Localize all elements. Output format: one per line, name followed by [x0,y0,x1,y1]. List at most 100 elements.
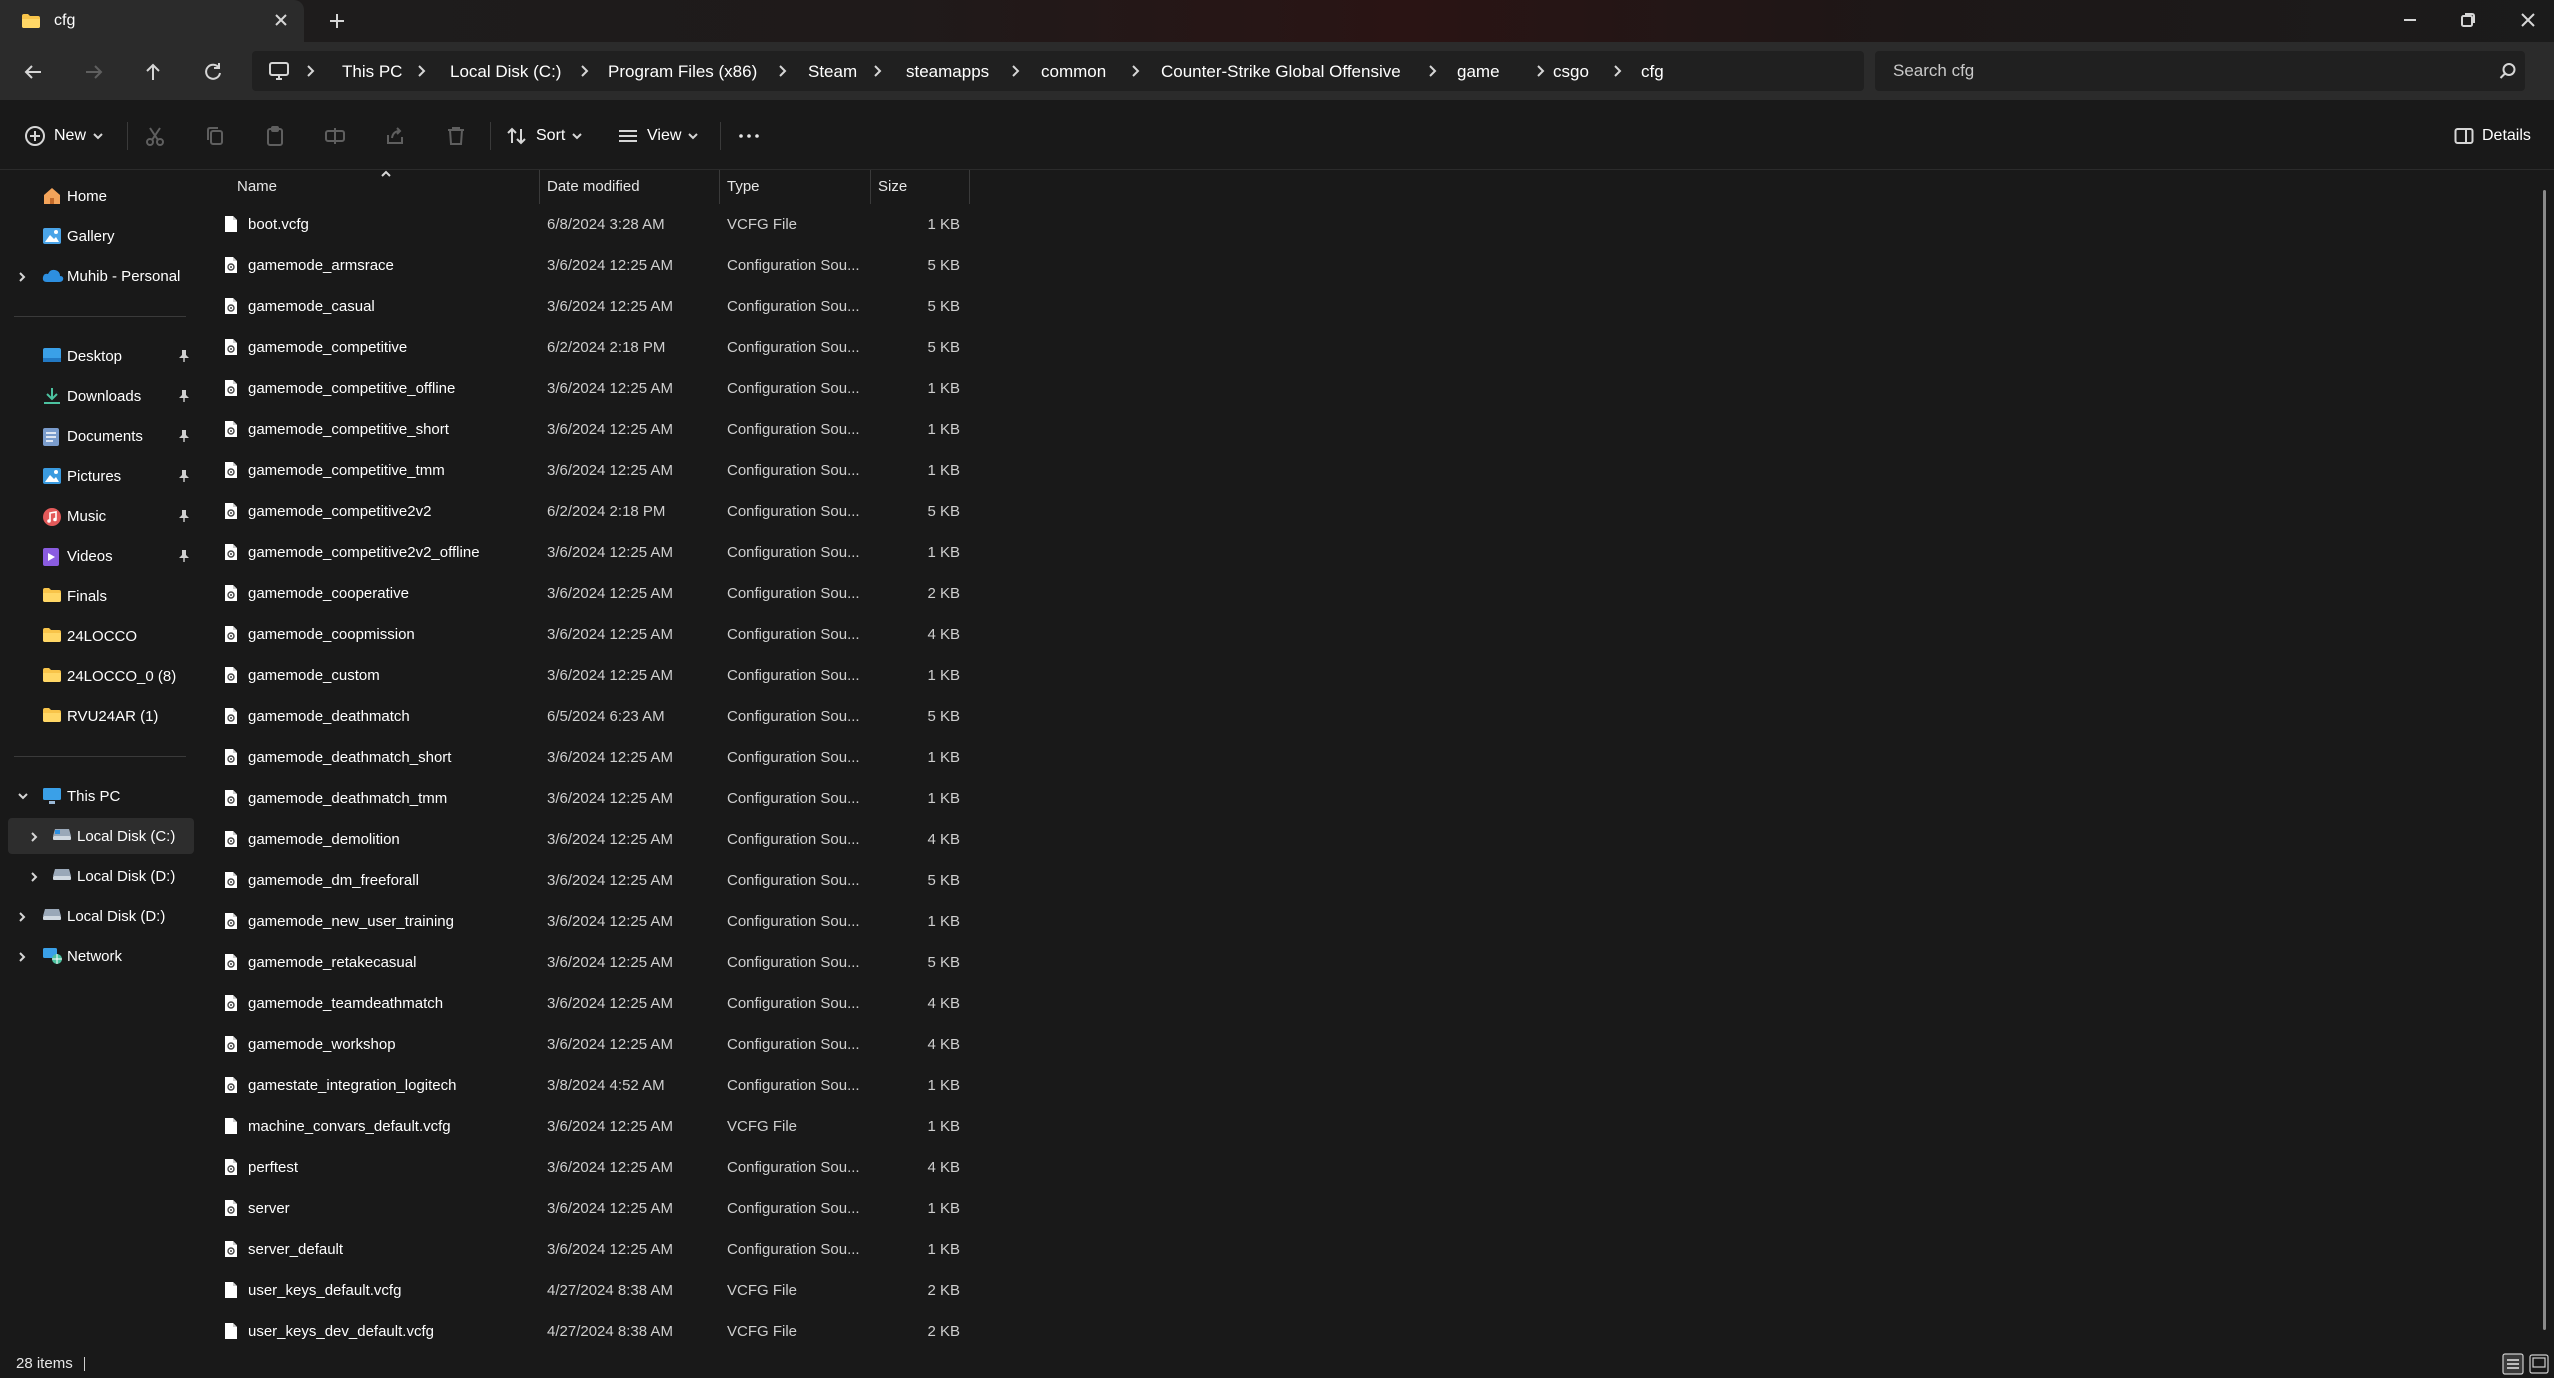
sidebar-item-local-disk-d[interactable]: Local Disk (D:) [8,858,194,894]
sidebar-item-desktop[interactable]: Desktop [8,338,194,374]
breadcrumb-csgo-folder[interactable]: Counter-Strike Global Offensive [1161,62,1401,82]
table-row[interactable]: machine_convars_default.vcfg 3/6/2024 12:… [200,1106,980,1147]
sidebar-item-pictures[interactable]: Pictures [8,458,194,494]
sidebar-item-this-pc[interactable]: This PC [8,778,194,814]
table-row[interactable]: gamemode_competitive2v2 6/2/2024 2:18 PM C… [200,491,980,532]
chevron-down-icon[interactable] [17,792,29,800]
breadcrumb-common[interactable]: common [1041,62,1106,82]
table-row[interactable]: boot.vcfg 6/8/2024 3:28 AM VCFG File 1 KB [200,204,980,245]
table-row[interactable]: gamemode_casual 3/6/2024 12:25 AM Configur… [200,286,980,327]
table-row[interactable]: gamemode_deathmatch 6/5/2024 6:23 AM Confi… [200,696,980,737]
pin-icon[interactable] [178,389,190,403]
sidebar-item-gallery[interactable]: Gallery [8,218,194,254]
vertical-scrollbar[interactable] [2543,190,2546,1330]
sidebar-item-local-disk-d-root[interactable]: Local Disk (D:) [8,898,194,934]
delete-icon[interactable] [445,122,467,150]
pin-icon[interactable] [178,509,190,523]
chevron-right-icon[interactable] [30,831,38,843]
tab-cfg[interactable]: cfg [0,0,304,42]
column-header-name[interactable]: Name [237,178,277,195]
chevron-right-icon[interactable] [18,911,26,923]
table-row[interactable]: gamemode_competitive_short 3/6/2024 12:25… [200,409,980,450]
table-row[interactable]: user_keys_dev_default.vcfg 4/27/2024 8:38… [200,1311,980,1352]
sidebar-item-onedrive[interactable]: Muhib - Personal [8,258,194,294]
rename-icon[interactable] [324,122,346,150]
chevron-right-icon[interactable] [18,951,26,963]
table-row[interactable]: gamemode_retakecasual 3/6/2024 12:25 AM Co… [200,942,980,983]
sidebar-item-music[interactable]: Music [8,498,194,534]
column-divider[interactable] [719,170,720,204]
pin-icon[interactable] [178,349,190,363]
table-row[interactable]: gamemode_competitive_offline 3/6/2024 12:… [200,368,980,409]
table-row[interactable]: server_default 3/6/2024 12:25 AM Configura… [200,1229,980,1270]
breadcrumb-this-pc[interactable]: This PC [342,62,402,82]
sort-button[interactable]: Sort [506,122,583,150]
forward-icon[interactable] [81,59,107,85]
large-icons-view-icon[interactable] [2528,1353,2550,1375]
table-row[interactable]: server 3/6/2024 12:25 AM Configuration Sou… [200,1188,980,1229]
breadcrumb-local-disk-c[interactable]: Local Disk (C:) [450,62,561,82]
cut-icon[interactable] [144,122,166,150]
breadcrumb-program-files[interactable]: Program Files (x86) [608,62,757,82]
table-row[interactable]: gamemode_workshop 3/6/2024 12:25 AM Config… [200,1024,980,1065]
column-header-date[interactable]: Date modified [547,178,640,195]
pin-icon[interactable] [178,469,190,483]
address-bar[interactable]: This PC Local Disk (C:) Program Files (x… [252,51,1864,91]
table-row[interactable]: gamemode_coopmission 3/6/2024 12:25 AM Con… [200,614,980,655]
sidebar-item-documents[interactable]: Documents [8,418,194,454]
breadcrumb-game[interactable]: game [1457,62,1500,82]
view-button[interactable]: View [617,122,699,150]
sidebar-item-24locco-0-8[interactable]: 24LOCCO_0 (8) [8,658,194,694]
details-view-icon[interactable] [2502,1353,2524,1375]
column-divider[interactable] [539,170,540,204]
close-window-icon[interactable] [2516,8,2540,32]
up-icon[interactable] [140,59,166,85]
column-divider[interactable] [969,170,970,204]
table-row[interactable]: gamestate_integration_logitech 3/8/2024 4… [200,1065,980,1106]
copy-icon[interactable] [204,122,226,150]
column-divider[interactable] [870,170,871,204]
refresh-icon[interactable] [200,59,226,85]
table-row[interactable]: gamemode_new_user_training 3/6/2024 12:25… [200,901,980,942]
column-header-type[interactable]: Type [727,178,760,195]
table-row[interactable]: gamemode_deathmatch_tmm 3/6/2024 12:25 AM… [200,778,980,819]
table-row[interactable]: gamemode_armsrace 3/6/2024 12:25 AM Config… [200,245,980,286]
table-row[interactable]: perftest 3/6/2024 12:25 AM Configuration S… [200,1147,980,1188]
sidebar-item-downloads[interactable]: Downloads [8,378,194,414]
search-icon[interactable] [2499,62,2517,80]
sidebar-item-24locco[interactable]: 24LOCCO [8,618,194,654]
sidebar-item-finals[interactable]: Finals [8,578,194,614]
paste-icon[interactable] [264,122,286,150]
search-box[interactable] [1875,51,2525,91]
breadcrumb-csgo[interactable]: csgo [1553,62,1589,82]
restore-icon[interactable] [2456,8,2480,32]
table-row[interactable]: gamemode_competitive_tmm 3/6/2024 12:25 A… [200,450,980,491]
sidebar-item-home[interactable]: Home [8,178,194,214]
search-input[interactable] [1893,60,2453,82]
table-row[interactable]: gamemode_teamdeathmatch 3/6/2024 12:25 AM… [200,983,980,1024]
more-options-icon[interactable] [738,122,760,150]
breadcrumb-steamapps[interactable]: steamapps [906,62,989,82]
table-row[interactable]: gamemode_demolition 3/6/2024 12:25 AM Conf… [200,819,980,860]
sidebar-item-videos[interactable]: Videos [8,538,194,574]
details-button[interactable]: Details [2454,122,2531,150]
sidebar-item-local-disk-c[interactable]: Local Disk (C:) [8,818,194,854]
table-row[interactable]: gamemode_competitive2v2_offline 3/6/2024 … [200,532,980,573]
chevron-right-icon[interactable] [30,871,38,883]
sidebar-item-rvu24ar-1[interactable]: RVU24AR (1) [8,698,194,734]
pin-icon[interactable] [178,549,190,563]
column-header-size[interactable]: Size [878,178,907,195]
breadcrumb-cfg[interactable]: cfg [1641,62,1664,82]
minimize-icon[interactable] [2398,8,2422,32]
close-tab-icon[interactable] [273,12,289,28]
table-row[interactable]: gamemode_custom 3/6/2024 12:25 AM Configur… [200,655,980,696]
table-row[interactable]: gamemode_deathmatch_short 3/6/2024 12:25 … [200,737,980,778]
back-icon[interactable] [20,59,46,85]
table-row[interactable]: gamemode_competitive 6/2/2024 2:18 PM Conf… [200,327,980,368]
pin-icon[interactable] [178,429,190,443]
table-row[interactable]: gamemode_cooperative 3/6/2024 12:25 AM Con… [200,573,980,614]
sidebar-item-network[interactable]: Network [8,938,194,974]
table-row[interactable]: gamemode_dm_freeforall 3/6/2024 12:25 AM C… [200,860,980,901]
table-row[interactable]: user_keys_default.vcfg 4/27/2024 8:38 AM V… [200,1270,980,1311]
new-tab-icon[interactable] [327,11,347,31]
